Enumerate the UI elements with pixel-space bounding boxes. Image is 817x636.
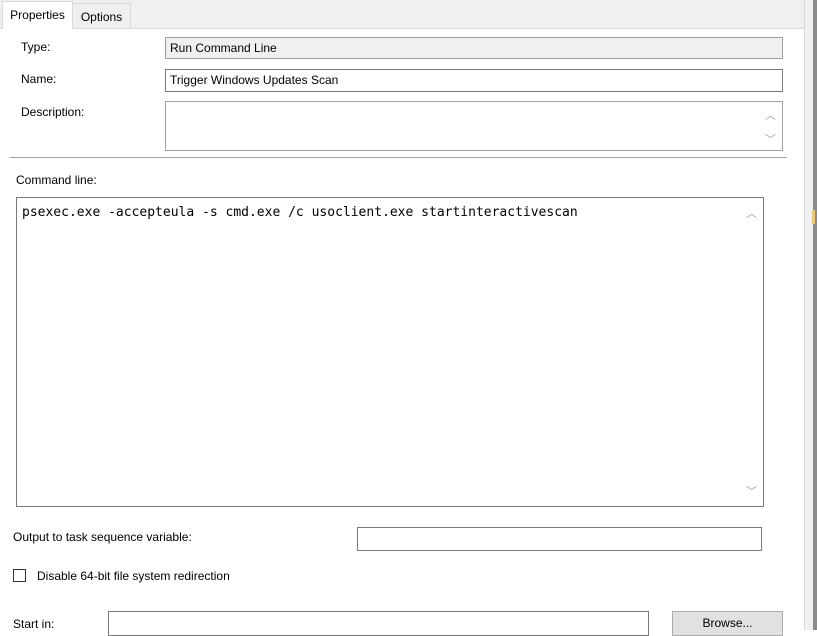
tab-options[interactable]: Options bbox=[73, 3, 131, 28]
command-line-text: psexec.exe -accepteula -s cmd.exe /c uso… bbox=[22, 205, 578, 220]
description-field[interactable]: ︿ ﹀ bbox=[165, 101, 783, 151]
type-field: Run Command Line bbox=[165, 37, 783, 59]
browse-button[interactable]: Browse... bbox=[672, 611, 783, 636]
section-separator bbox=[10, 157, 787, 158]
output-variable-label: Output to task sequence variable: bbox=[13, 530, 192, 544]
chevron-down-icon[interactable]: ﹀ bbox=[746, 487, 757, 498]
disable-redirection-checkbox[interactable] bbox=[13, 569, 26, 582]
adjacent-pane-edge bbox=[813, 0, 817, 630]
start-in-field[interactable] bbox=[108, 611, 649, 636]
disable-redirection-label[interactable]: Disable 64-bit file system redirection bbox=[37, 568, 230, 584]
command-line-label: Command line: bbox=[16, 173, 97, 187]
command-line-field[interactable]: psexec.exe -accepteula -s cmd.exe /c uso… bbox=[16, 197, 764, 507]
chevron-up-icon[interactable]: ︿ bbox=[746, 209, 757, 220]
name-field[interactable]: Trigger Windows Updates Scan bbox=[165, 69, 783, 92]
chevron-down-icon[interactable]: ﹀ bbox=[765, 135, 776, 146]
description-label: Description: bbox=[21, 105, 85, 119]
output-variable-field[interactable] bbox=[357, 527, 762, 551]
adjacent-pane-marker bbox=[812, 210, 815, 224]
tab-properties[interactable]: Properties bbox=[2, 1, 73, 29]
name-label: Name: bbox=[21, 72, 57, 86]
type-label: Type: bbox=[21, 40, 51, 54]
chevron-up-icon[interactable]: ︿ bbox=[765, 111, 776, 122]
